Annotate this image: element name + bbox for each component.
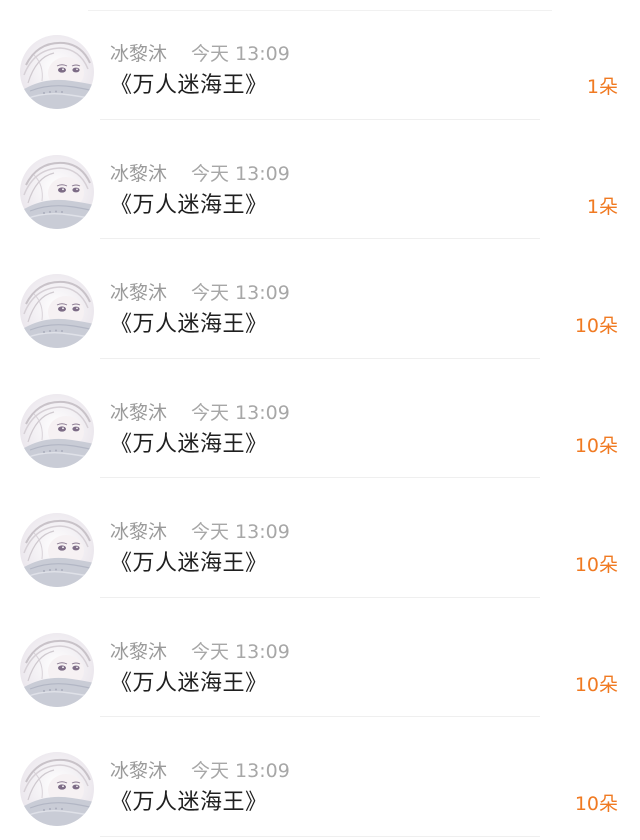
book-title: 《万人迷海王》	[110, 312, 268, 337]
timestamp: 今天 13:09	[191, 760, 290, 782]
avatar[interactable]	[20, 513, 94, 587]
avatar-illustration-icon	[20, 154, 94, 229]
avatar[interactable]	[20, 274, 94, 348]
list-item[interactable]: 冰黎沐 今天 13:09 《万人迷海王》 1朵	[0, 120, 640, 239]
list-item[interactable]: 冰黎沐 今天 13:09 《万人迷海王》 10朵	[0, 359, 640, 478]
book-title: 《万人迷海王》	[110, 551, 268, 576]
sender-name: 冰黎沐	[110, 640, 168, 663]
avatar[interactable]	[20, 632, 94, 707]
sender-name: 冰黎沐	[110, 760, 168, 782]
avatar-illustration-icon	[20, 752, 94, 826]
flower-count: 10朵	[574, 554, 618, 576]
timestamp: 今天 13:09	[191, 282, 290, 304]
avatar-illustration-icon	[20, 35, 94, 109]
book-title: 《万人迷海王》	[110, 73, 268, 98]
flower-count: 10朵	[574, 434, 618, 457]
list-item[interactable]: 冰黎沐 今天 13:09 《万人迷海王》 10朵	[0, 598, 640, 717]
book-title: 《万人迷海王》	[110, 670, 268, 696]
list-item[interactable]: 冰黎沐 今天 13:09 《万人迷海王》 10朵	[0, 478, 640, 598]
avatar-illustration-icon	[20, 393, 94, 468]
avatar[interactable]	[20, 154, 94, 229]
avatar-illustration-icon	[20, 513, 94, 587]
timestamp: 今天 13:09	[191, 43, 290, 65]
list-item[interactable]: 冰黎沐 今天 13:09 《万人迷海王》 10朵	[0, 239, 640, 359]
avatar[interactable]	[20, 35, 94, 109]
avatar[interactable]	[20, 393, 94, 468]
timestamp: 今天 13:09	[191, 401, 290, 424]
avatar-illustration-icon	[20, 632, 94, 707]
sender-name: 冰黎沐	[110, 401, 168, 424]
book-title: 《万人迷海王》	[110, 431, 268, 457]
sender-name: 冰黎沐	[110, 162, 168, 185]
timestamp: 今天 13:09	[191, 640, 290, 663]
book-title: 《万人迷海王》	[110, 192, 268, 218]
flower-count: 10朵	[574, 673, 618, 696]
book-title: 《万人迷海王》	[110, 790, 268, 815]
row-divider	[100, 835, 540, 837]
flower-count: 10朵	[574, 315, 618, 337]
sender-name: 冰黎沐	[110, 521, 168, 543]
flower-count: 10朵	[574, 793, 618, 815]
flower-count: 1朵	[586, 195, 618, 218]
sender-name: 冰黎沐	[110, 282, 168, 304]
timestamp: 今天 13:09	[191, 521, 290, 543]
list-item[interactable]: 冰黎沐 今天 13:09 《万人迷海王》 10朵	[0, 717, 640, 837]
avatar[interactable]	[20, 752, 94, 826]
sender-name: 冰黎沐	[110, 43, 168, 65]
list-item[interactable]: 冰黎沐 今天 13:09 《万人迷海王》 1朵	[0, 0, 640, 120]
flower-count: 1朵	[586, 76, 618, 98]
avatar-illustration-icon	[20, 274, 94, 348]
timestamp: 今天 13:09	[191, 162, 290, 185]
